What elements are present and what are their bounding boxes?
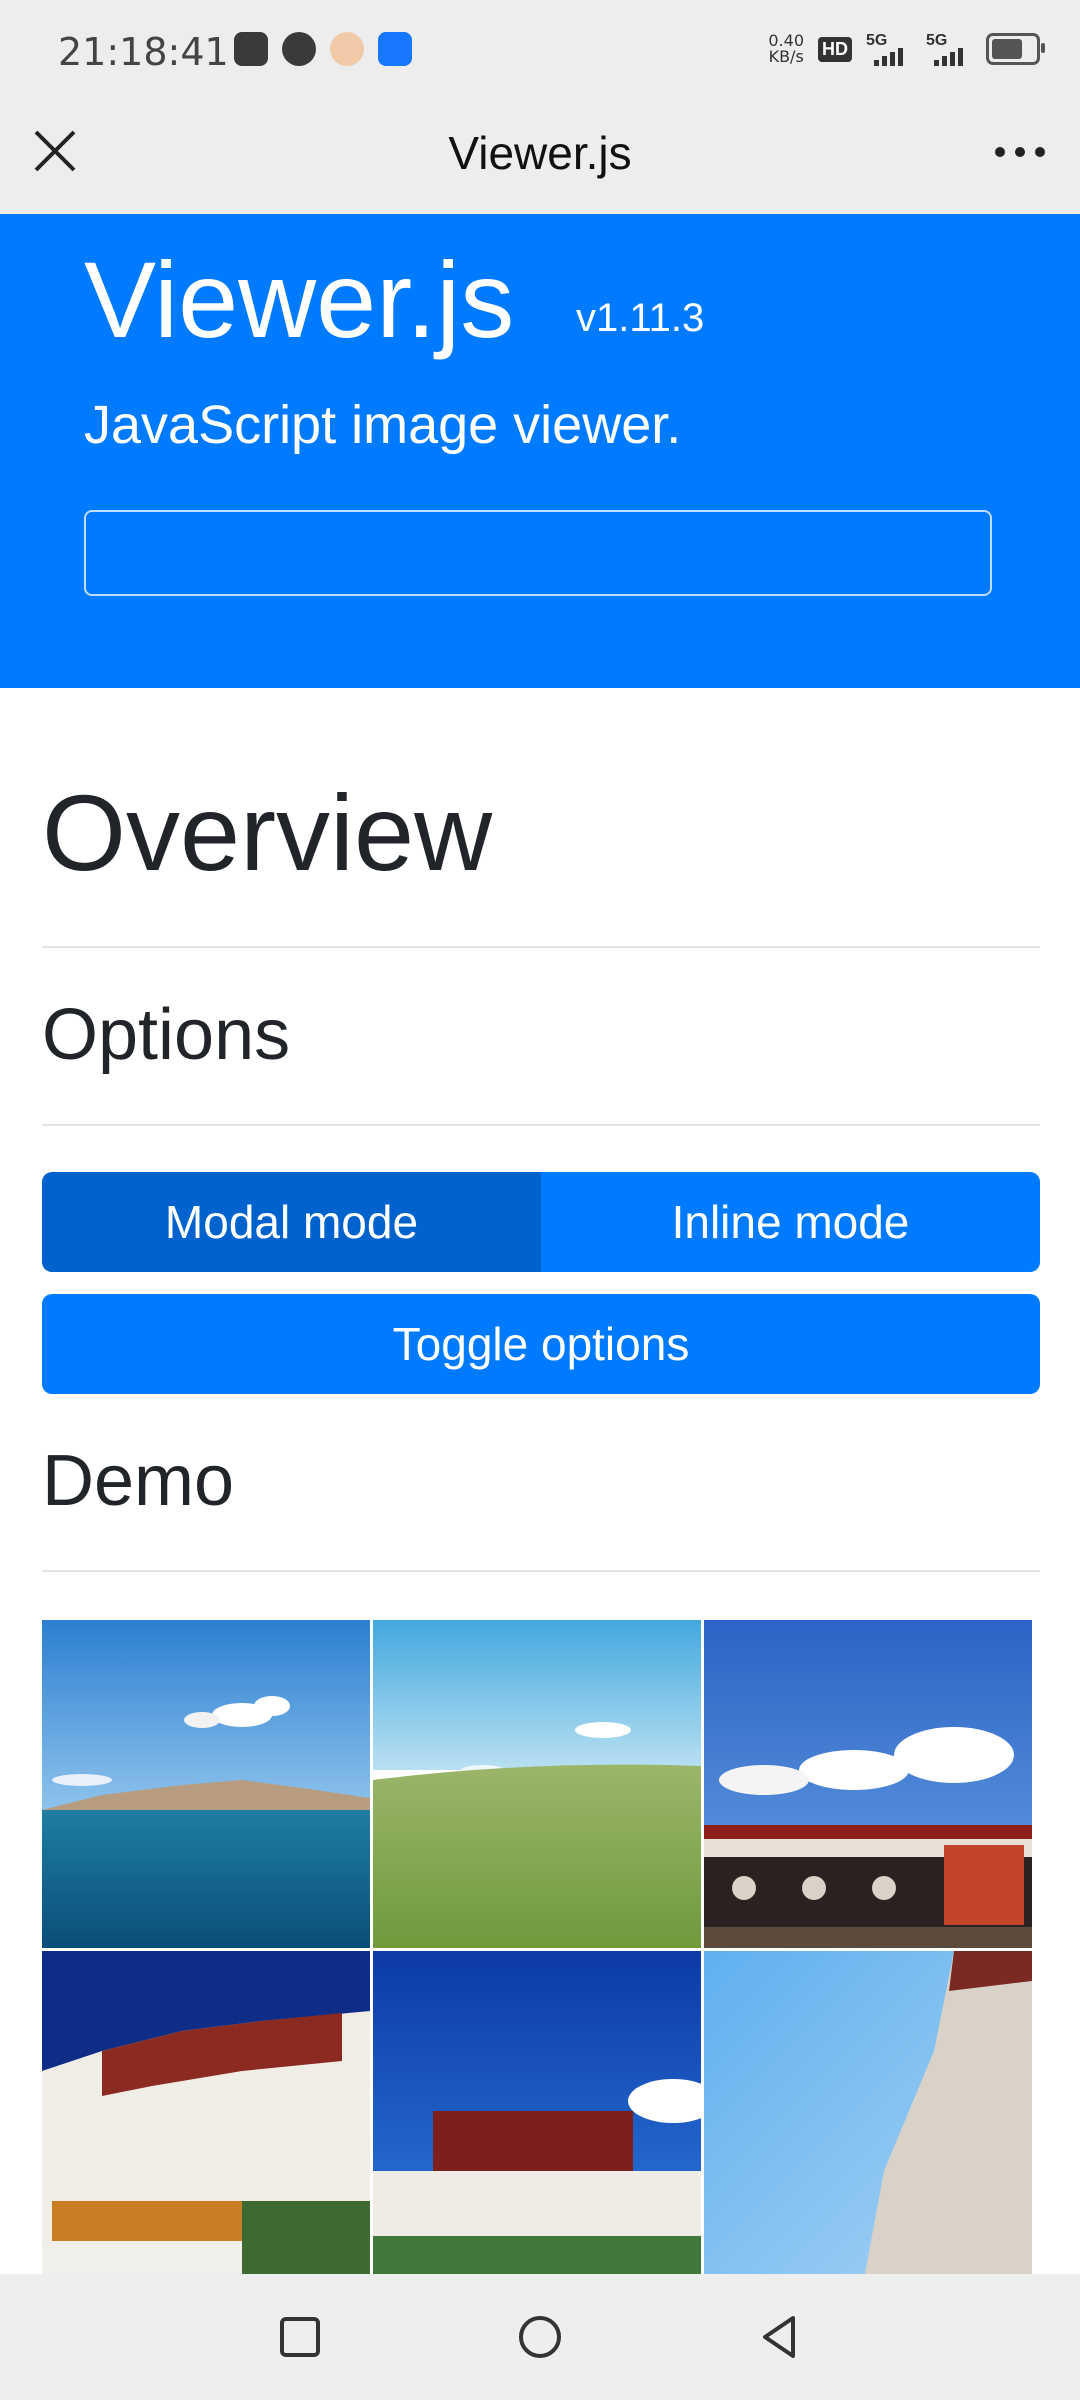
gallery-image-temple[interactable]	[704, 1620, 1032, 1948]
shield-notification-icon	[282, 32, 316, 66]
options-heading: Options	[42, 995, 291, 1075]
back-icon	[763, 2316, 795, 2358]
gallery-image-wall[interactable]	[704, 1951, 1032, 2275]
gallery-image-grassland[interactable]	[373, 1620, 701, 1948]
more-horizontal-icon	[995, 147, 1045, 157]
signal-icon-sim2: 5G	[926, 32, 972, 66]
gallery-notification-icon	[234, 32, 268, 66]
gallery-image-palace[interactable]	[42, 1951, 370, 2275]
system-nav-bar	[0, 2274, 1080, 2400]
avatar-notification-icon	[330, 32, 364, 66]
hero-subtitle: JavaScript image viewer.	[84, 395, 682, 455]
signal-icon-sim1: 5G	[866, 32, 912, 66]
divider	[42, 946, 1040, 948]
page-title: Viewer.js	[448, 127, 632, 179]
divider	[42, 1570, 1040, 1572]
network-speed: 0.40 KB/s	[768, 33, 804, 65]
network-speed-unit: KB/s	[768, 47, 804, 66]
status-time: 21:18:41	[58, 30, 229, 74]
mode-toggle-group: Modal mode Inline mode	[42, 1172, 1040, 1272]
hero-input[interactable]	[84, 510, 992, 596]
divider	[42, 1124, 1040, 1126]
battery-icon	[986, 33, 1045, 65]
gallery-image-lake[interactable]	[42, 1620, 370, 1948]
status-bar: 21:18:41 0.40 KB/s HD 5G 5G	[0, 0, 1080, 104]
hero-title: Viewer.js	[84, 239, 515, 360]
more-button[interactable]	[990, 132, 1050, 172]
back-button[interactable]	[747, 2304, 813, 2370]
home-icon	[519, 2316, 561, 2358]
hd-badge: HD	[818, 36, 852, 62]
app-notification-icon	[378, 32, 412, 66]
recent-apps-icon	[280, 2317, 320, 2357]
recent-apps-button[interactable]	[267, 2304, 333, 2370]
notification-icons	[234, 32, 412, 66]
modal-mode-button[interactable]: Modal mode	[42, 1172, 541, 1272]
toggle-options-button[interactable]: Toggle options	[42, 1294, 1040, 1394]
image-gallery	[42, 1620, 1032, 2275]
inline-mode-button[interactable]: Inline mode	[541, 1172, 1040, 1272]
demo-heading: Demo	[42, 1441, 235, 1521]
system-indicators: 0.40 KB/s HD 5G 5G	[768, 32, 1045, 66]
title-bar: Viewer.js	[0, 104, 1080, 214]
hero-version: v1.11.3	[576, 296, 705, 340]
overview-heading: Overview	[42, 772, 493, 893]
hero-banner: Viewer.js v1.11.3 JavaScript image viewe…	[0, 214, 1080, 688]
home-button[interactable]	[507, 2304, 573, 2370]
gallery-image-palace-wide[interactable]	[373, 1951, 701, 2275]
